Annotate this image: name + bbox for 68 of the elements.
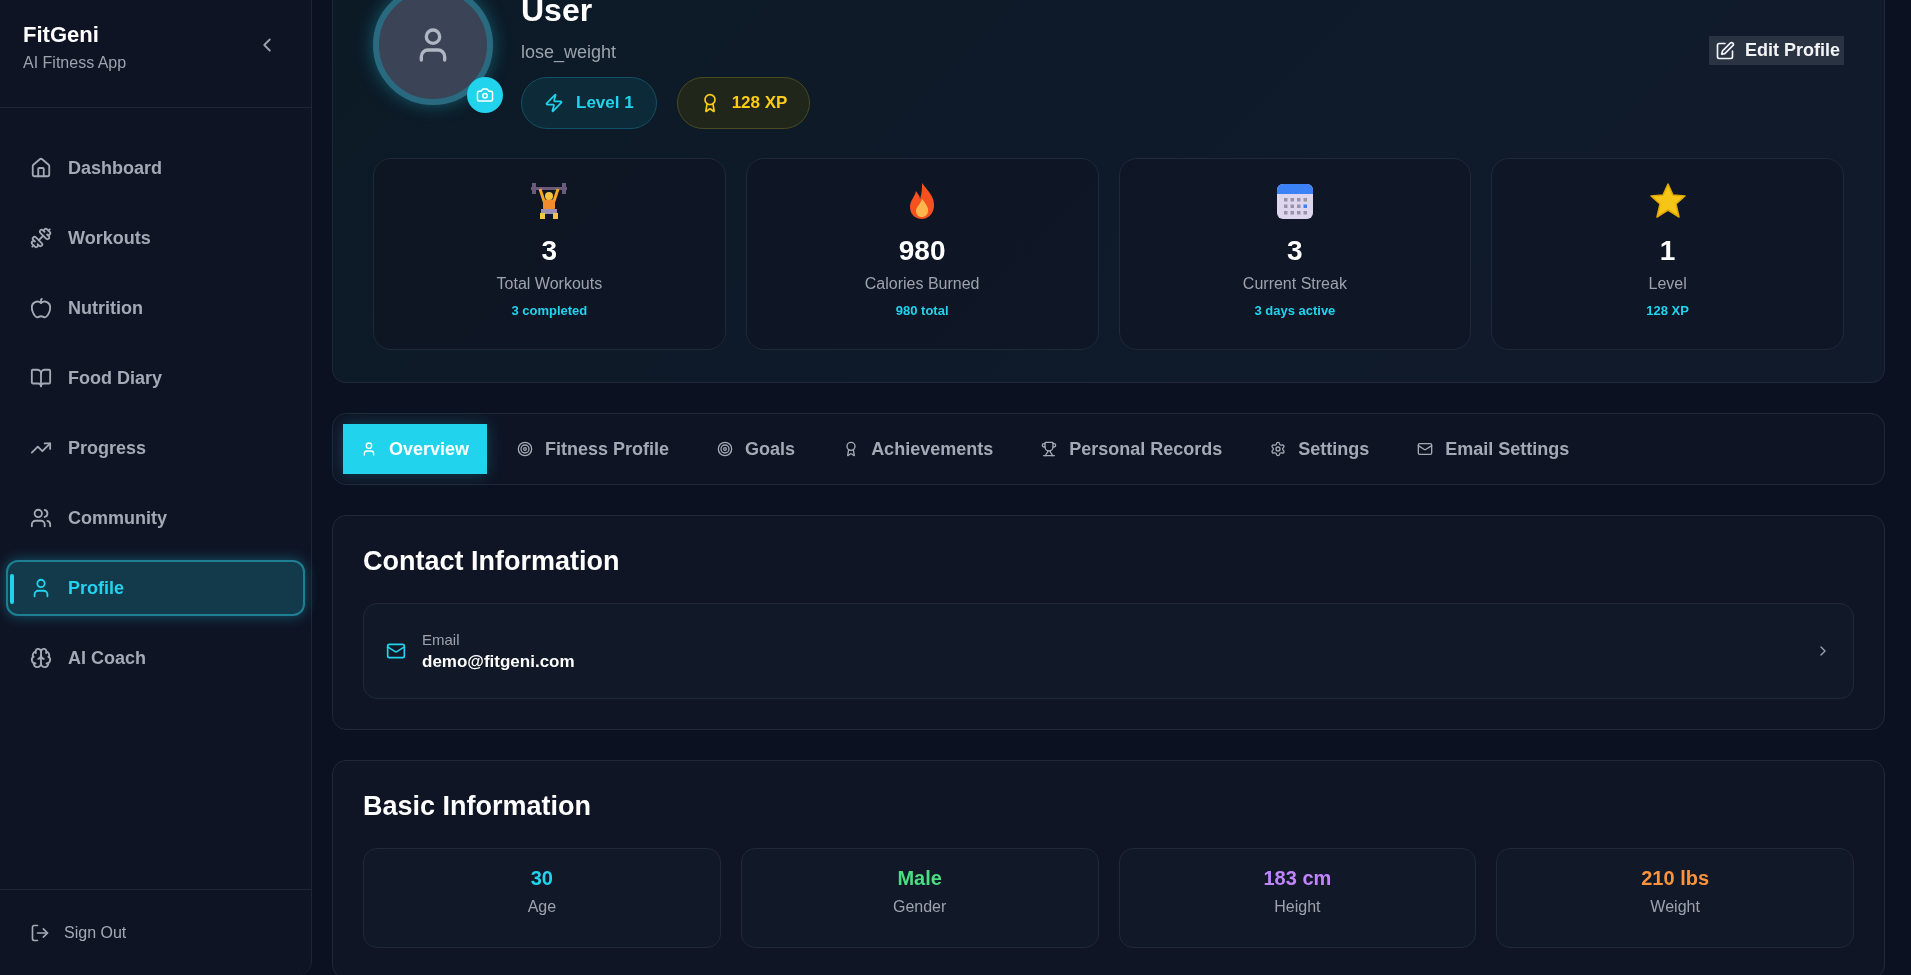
star-icon (1647, 181, 1688, 221)
stat-label: Current Streak (1242, 275, 1347, 293)
tab[interactable]: Personal Records (1023, 424, 1241, 474)
nav-item[interactable]: Community (6, 490, 305, 546)
stat-label: Total Workouts (496, 275, 603, 293)
settings-icon (1270, 441, 1287, 457)
nav-item[interactable]: Profile (6, 560, 305, 616)
stat-value: 980 (898, 235, 946, 267)
info-label: Weight (1650, 898, 1700, 916)
target-icon (717, 441, 734, 457)
tab[interactable]: Email Settings (1399, 424, 1588, 474)
nav-item[interactable]: Food Diary (6, 350, 305, 406)
dumbbell-icon (30, 227, 52, 249)
house-icon (30, 157, 52, 179)
nav-item[interactable]: Progress (6, 420, 305, 476)
book-icon (30, 367, 52, 389)
users-icon (30, 507, 52, 529)
tab[interactable]: Settings (1252, 424, 1388, 474)
info-value: 30 (530, 867, 553, 890)
sign-out-button[interactable]: Sign Out (30, 922, 127, 943)
contact-row[interactable]: Email demo@fitgeni.com (363, 603, 1854, 699)
app-name: FitGeni (23, 22, 100, 48)
trophy-icon (1041, 441, 1058, 457)
lightning-icon (544, 93, 564, 113)
stat-value: 3 (541, 235, 558, 267)
stat-detail: 3 days active (1254, 303, 1336, 318)
stat-value: 1 (1659, 235, 1676, 267)
change-photo-button[interactable] (467, 77, 503, 113)
field-value: demo@fitgeni.com (422, 651, 576, 672)
info-value: 210 lbs (1641, 867, 1710, 890)
stat-value: 3 (1287, 235, 1303, 267)
logout-icon (30, 922, 50, 943)
info-label: Age (527, 898, 557, 916)
info-label: Gender (892, 898, 947, 916)
edit-profile-button[interactable]: Edit Profile (1709, 36, 1844, 65)
stat-detail: 980 total (895, 303, 949, 318)
level-badge: Level 1 (521, 77, 657, 129)
brain-icon (30, 647, 52, 669)
mail-icon (386, 641, 406, 661)
info-label: Height (1274, 898, 1321, 916)
apple-icon (30, 297, 52, 319)
edit-icon (1715, 40, 1735, 61)
field-label: Email (422, 630, 461, 648)
weightlifter-icon (529, 181, 570, 221)
stat-detail: 128 XP (1646, 303, 1689, 318)
nav-item[interactable]: Workouts (6, 210, 305, 266)
user-icon (361, 441, 377, 457)
nav-item[interactable]: Nutrition (6, 280, 305, 336)
info-value: Male (897, 867, 942, 890)
calendar-icon (1274, 181, 1315, 221)
mail-icon (1417, 441, 1434, 457)
info-value: 183 cm (1263, 867, 1332, 890)
stat-label: Calories Burned (864, 275, 980, 293)
target-icon (517, 441, 534, 457)
nav-item[interactable]: Dashboard (6, 140, 305, 196)
xp-badge: 128 XP (676, 77, 811, 129)
tab[interactable]: Achievements (825, 424, 1012, 474)
stat-label: Level (1648, 275, 1687, 293)
app-tagline: AI Fitness App (23, 54, 127, 72)
stat-detail: 3 completed (511, 303, 588, 318)
camera-icon (476, 86, 494, 104)
section-title: Contact Information (363, 546, 621, 577)
fitness-goal: lose_weight (521, 42, 618, 63)
active-marker (10, 574, 14, 604)
section-title: Basic Information (363, 791, 593, 822)
tab[interactable]: Goals (699, 424, 814, 474)
tab[interactable]: Fitness Profile (499, 424, 688, 474)
nav-item[interactable]: AI Coach (6, 630, 305, 686)
